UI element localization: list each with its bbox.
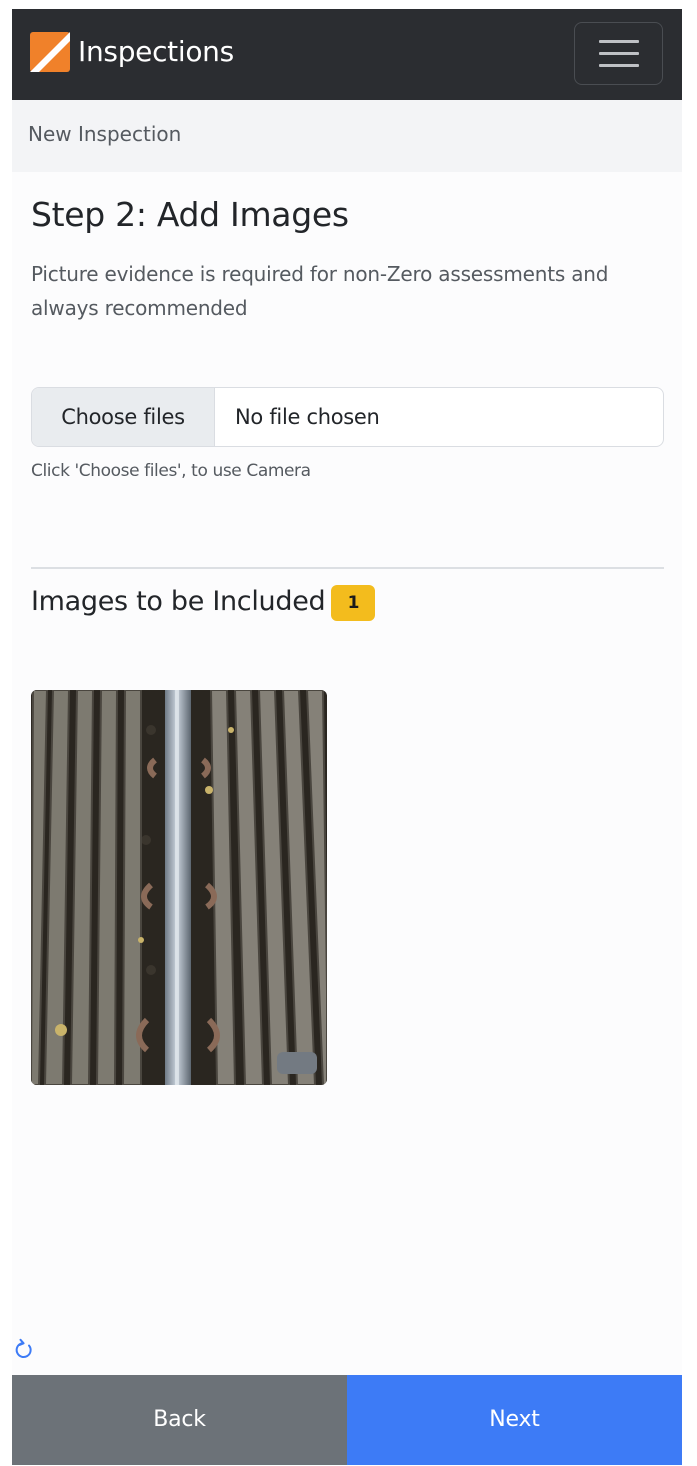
navbar: Inspections <box>12 9 682 100</box>
image-thumbnail[interactable] <box>31 690 327 1085</box>
image-remove-toggle[interactable] <box>277 1052 317 1074</box>
refresh-icon[interactable] <box>12 1338 36 1362</box>
page-title: Step 2: Add Images <box>31 195 349 234</box>
menu-toggle-button[interactable] <box>574 22 663 85</box>
images-heading: Images to be Included 1 <box>31 582 376 622</box>
choose-files-button[interactable]: Choose files <box>32 388 215 446</box>
app-title[interactable]: Inspections <box>78 33 234 71</box>
brand-logo-icon[interactable] <box>30 32 70 72</box>
hamburger-menu-icon <box>599 40 639 43</box>
file-input[interactable]: Choose files No file chosen <box>31 387 664 447</box>
hamburger-menu-icon-bar <box>599 64 639 67</box>
next-button[interactable]: Next <box>347 1375 682 1465</box>
hamburger-menu-icon-bar <box>599 52 639 55</box>
track-photo <box>31 690 327 1085</box>
breadcrumb-current: New Inspection <box>28 122 182 146</box>
breadcrumb: New Inspection <box>12 100 682 172</box>
images-heading-label: Images to be Included <box>31 586 326 617</box>
back-button[interactable]: Back <box>12 1375 347 1465</box>
file-status-text: No file chosen <box>235 405 380 429</box>
file-input-hint: Click 'Choose files', to use Camera <box>31 461 311 481</box>
app-frame: Inspections New Inspection Step 2: Add I… <box>12 9 682 1465</box>
step-description: Picture evidence is required for non-Zer… <box>31 262 609 320</box>
image-count-badge: 1 <box>331 585 376 621</box>
section-divider <box>31 567 664 569</box>
